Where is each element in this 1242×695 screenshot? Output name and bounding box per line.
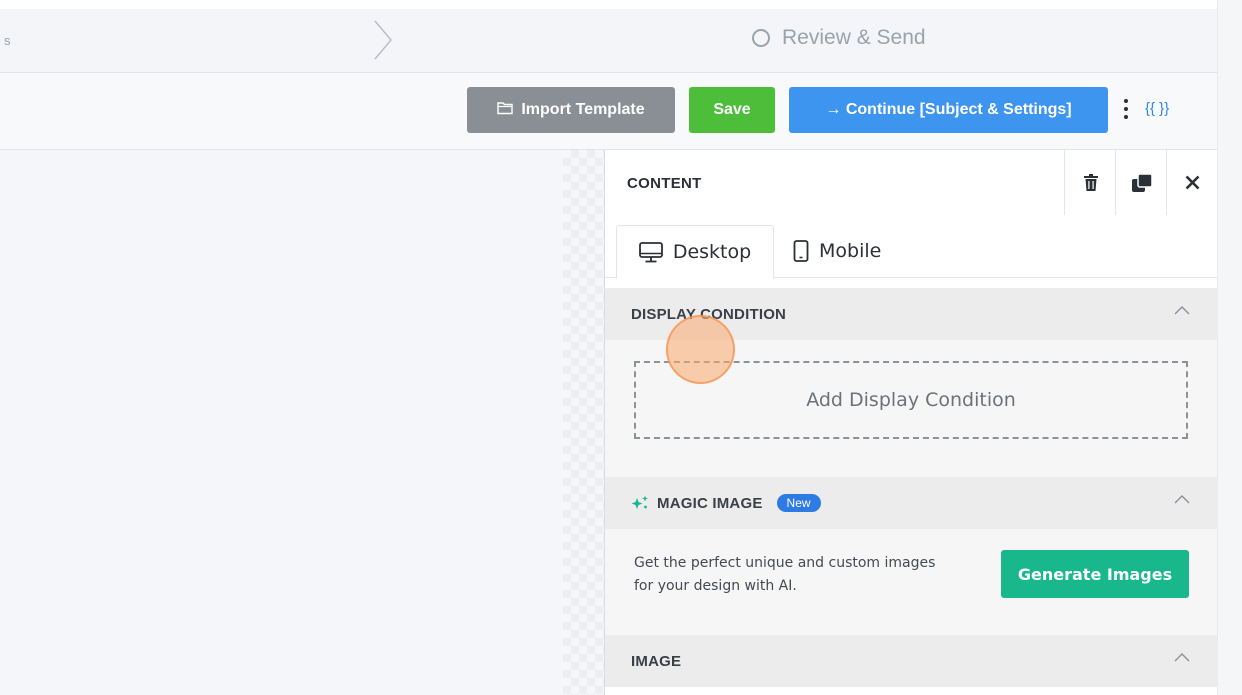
- chevron-up-icon: [1174, 306, 1190, 315]
- device-tabs: Desktop Mobile: [605, 215, 1217, 279]
- tab-desktop[interactable]: Desktop: [616, 225, 774, 279]
- mobile-icon: [793, 240, 809, 262]
- tab-mobile-label: Mobile: [819, 240, 882, 262]
- top-strip: [0, 0, 1242, 9]
- toolbar: Import Template Save → Continue [Subject…: [0, 73, 1217, 150]
- transparent-backdrop: [563, 150, 604, 695]
- generate-images-button[interactable]: Generate Images: [1001, 550, 1189, 598]
- panel-header: CONTENT: [605, 150, 1217, 216]
- tab-desktop-label: Desktop: [672, 241, 752, 263]
- chevron-right-icon: [372, 19, 394, 66]
- more-options-icon[interactable]: [1121, 99, 1131, 119]
- chevron-up-icon: [1174, 495, 1190, 504]
- sparkle-icon: [631, 495, 648, 509]
- step-review-label: Review & Send: [782, 26, 926, 49]
- continue-button[interactable]: → Continue [Subject & Settings]: [789, 87, 1108, 133]
- steps-bar: s Review & Send: [0, 9, 1217, 73]
- properties-panel: CONTENT Desktop Mobile DISPLAY CONDITION…: [604, 150, 1217, 695]
- magic-image-description: Get the perfect unique and custom images…: [634, 555, 936, 594]
- close-panel-button[interactable]: [1166, 150, 1218, 215]
- magic-image-header[interactable]: MAGIC IMAGE New: [605, 477, 1217, 529]
- close-icon: [1185, 175, 1200, 190]
- delete-block-button[interactable]: [1064, 150, 1116, 215]
- step-circle-icon: [752, 29, 770, 47]
- folder-icon: [497, 101, 514, 120]
- duplicate-icon: [1131, 173, 1152, 192]
- panel-title: CONTENT: [627, 175, 702, 192]
- save-button[interactable]: Save: [689, 87, 775, 133]
- magic-image-title-group: MAGIC IMAGE New: [631, 494, 821, 512]
- import-template-label: Import Template: [521, 101, 645, 118]
- trash-icon: [1083, 174, 1098, 191]
- duplicate-block-button[interactable]: [1115, 150, 1167, 215]
- desktop-icon: [638, 241, 663, 262]
- previous-step-label[interactable]: s: [4, 33, 11, 48]
- tab-mobile[interactable]: Mobile: [793, 225, 881, 277]
- image-title: IMAGE: [631, 652, 682, 670]
- chevron-up-icon: [1174, 653, 1190, 662]
- magic-image-body: Get the perfect unique and custom images…: [605, 529, 1217, 635]
- image-header[interactable]: IMAGE: [605, 635, 1217, 687]
- click-indicator: [666, 315, 735, 384]
- step-review-send[interactable]: Review & Send: [752, 26, 926, 50]
- scrollbar-gutter[interactable]: [1217, 0, 1242, 695]
- merge-tags-button[interactable]: {{ }}: [1145, 100, 1169, 117]
- magic-image-title: MAGIC IMAGE: [657, 494, 763, 512]
- new-badge: New: [776, 494, 821, 512]
- import-template-button[interactable]: Import Template: [467, 87, 675, 133]
